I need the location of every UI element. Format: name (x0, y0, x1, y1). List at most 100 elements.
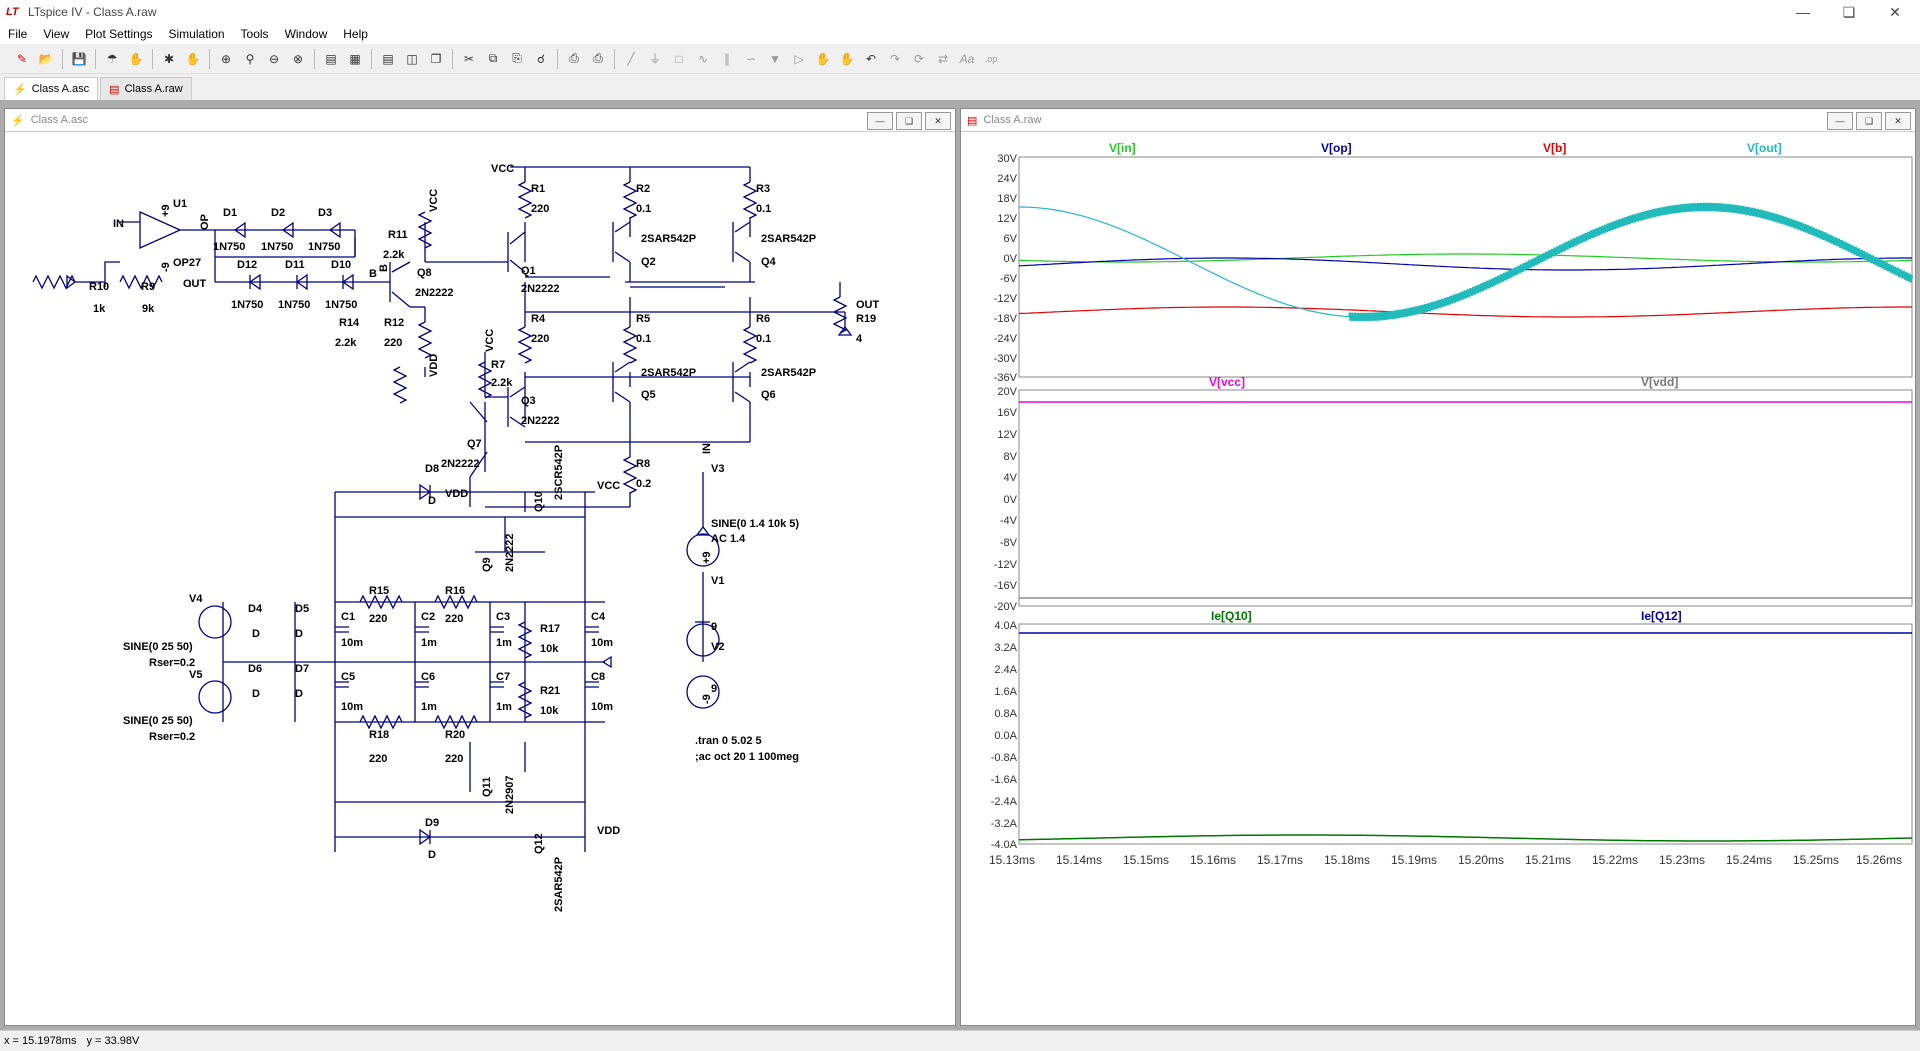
x-tick: 15.13ms (989, 853, 1035, 867)
close-icon[interactable]: ✕ (1872, 0, 1918, 24)
restore-icon[interactable]: ❏ (1826, 0, 1872, 24)
cut-icon[interactable]: ✂ (459, 49, 479, 69)
menu-view[interactable]: View (35, 27, 77, 41)
tile-vertical-icon[interactable]: ◫ (402, 49, 422, 69)
r1-label: R1 (531, 183, 545, 195)
tile-horizontal-icon[interactable]: ▤ (378, 49, 398, 69)
find-icon[interactable]: ☌ (531, 49, 551, 69)
d3-label: D3 (318, 207, 332, 219)
trace-label-vvdd[interactable]: V[vdd] (1641, 375, 1678, 389)
open-icon[interactable]: 📂 (36, 49, 56, 69)
close-icon[interactable]: ✕ (1885, 112, 1911, 130)
label-net-icon[interactable]: □ (669, 49, 689, 69)
y-tick: -4V (1000, 515, 1018, 527)
resistor-icon[interactable]: ∿ (693, 49, 713, 69)
c2-value: 1m (421, 637, 437, 649)
zoom-pan-icon[interactable]: ⚲ (240, 49, 260, 69)
zoom-in-icon[interactable]: ⊕ (216, 49, 236, 69)
tab-class-a-asc[interactable]: ⚡ Class A.asc (4, 77, 99, 100)
close-icon[interactable]: ✕ (925, 112, 951, 130)
v2-value: 9 (711, 683, 717, 695)
move-icon[interactable]: ✋ (813, 49, 833, 69)
mirror-icon[interactable]: ⇄ (933, 49, 953, 69)
new-schematic-icon[interactable]: ✎ (12, 49, 32, 69)
menu-file[interactable]: File (0, 27, 35, 41)
capacitor-icon[interactable]: ∥ (717, 49, 737, 69)
y-tick: 24V (997, 173, 1017, 185)
trace-label-vout[interactable]: V[out] (1747, 141, 1782, 155)
vcc-label: VCC (491, 163, 514, 175)
tran-directive[interactable]: .tran 0 5.02 5 (695, 735, 762, 747)
diode-icon[interactable]: ▼ (765, 49, 785, 69)
d7-part: D (295, 688, 303, 700)
redo-icon[interactable]: ↷ (885, 49, 905, 69)
trace-label-vin[interactable]: V[in] (1109, 141, 1136, 155)
ground-icon[interactable]: ⏚ (645, 49, 665, 69)
q11-part: 2N2907 (504, 775, 516, 814)
save-icon[interactable]: 💾 (69, 49, 89, 69)
minimize-icon[interactable]: — (1827, 112, 1853, 130)
trace-label-vb[interactable]: V[b] (1543, 141, 1566, 155)
cascade-icon[interactable]: ❐ (426, 49, 446, 69)
waveform-window: ▤ Class A.raw — ❏ ✕ V[in] V[op] V[b] V[o… (960, 108, 1916, 1026)
minimize-icon[interactable]: — (867, 112, 893, 130)
zoom-out-icon[interactable]: ⊖ (264, 49, 284, 69)
trace-label-vvcc[interactable]: V[vcc] (1209, 375, 1245, 389)
print-preview-icon[interactable]: ⎙ (564, 49, 584, 69)
menu-help[interactable]: Help (335, 27, 376, 41)
tab-class-a-raw[interactable]: ▤ Class A.raw (100, 77, 192, 100)
r20-label: R20 (445, 729, 465, 741)
toolbar-separator (452, 48, 453, 69)
v5-rser: Rser=0.2 (149, 731, 195, 743)
y-tick: 4.0A (994, 620, 1017, 632)
halt-icon[interactable]: ✋ (183, 49, 203, 69)
spice-directive-icon[interactable]: .op (981, 49, 1001, 69)
control-panel-icon[interactable]: ☂ (102, 49, 122, 69)
menu-window[interactable]: Window (277, 27, 336, 41)
fft-icon[interactable]: ▦ (345, 49, 365, 69)
d5-label: D5 (295, 603, 309, 615)
rotate-icon[interactable]: ⟳ (909, 49, 929, 69)
print-icon[interactable]: ⎙ (588, 49, 608, 69)
c4-value: 10m (591, 637, 613, 649)
trace-label-ieq10[interactable]: Ie[Q10] (1211, 609, 1252, 623)
undo-icon[interactable]: ↶ (861, 49, 881, 69)
op27-label: OP27 (173, 257, 201, 269)
waveform-canvas[interactable]: V[in] V[op] V[b] V[out] V[vcc] V[vdd] Ie… (961, 132, 1915, 1026)
q10-part: 2SCR542P (553, 445, 565, 500)
q7-part: 2N2222 (441, 458, 480, 470)
c3-value: 1m (496, 637, 512, 649)
component-icon[interactable]: ▷ (789, 49, 809, 69)
schematic-window-titlebar: ⚡ Class A.asc — ❏ ✕ (5, 109, 955, 132)
r6-label: R6 (756, 313, 770, 325)
y-tick: 18V (997, 193, 1017, 205)
inductor-icon[interactable]: ∽ (741, 49, 761, 69)
autorange-icon[interactable]: ▤ (321, 49, 341, 69)
minimize-icon[interactable]: — (1780, 0, 1826, 24)
trace-label-vop[interactable]: V[op] (1321, 141, 1352, 155)
menu-plot-settings[interactable]: Plot Settings (77, 27, 160, 41)
y-tick: 3.2A (994, 642, 1017, 654)
trace-label-ieq12[interactable]: Ie[Q12] (1641, 609, 1682, 623)
wire-icon[interactable]: ╱ (621, 49, 641, 69)
d6-label: D6 (248, 663, 262, 675)
r21-label: R21 (540, 685, 560, 697)
run-icon[interactable]: ✱ (159, 49, 179, 69)
paste-icon[interactable]: ⎘ (507, 49, 527, 69)
copy-icon[interactable]: ⧉ (483, 49, 503, 69)
restore-icon[interactable]: ❏ (1856, 112, 1882, 130)
drag-icon[interactable]: ✋ (837, 49, 857, 69)
menu-tools[interactable]: Tools (233, 27, 277, 41)
pan-icon[interactable]: ✋ (126, 49, 146, 69)
d4-label: D4 (248, 603, 263, 615)
r15-value: 220 (369, 613, 387, 625)
restore-icon[interactable]: ❏ (896, 112, 922, 130)
y-tick: -18V (994, 313, 1018, 325)
ac-directive[interactable]: ;ac oct 20 1 100meg (695, 751, 799, 763)
zoom-fit-icon[interactable]: ⊗ (288, 49, 308, 69)
schematic-canvas[interactable]: VCC R1 220 R2 0.1 R3 0.1 2SAR542P 2SAR54… (5, 132, 955, 1026)
menu-simulation[interactable]: Simulation (161, 27, 233, 41)
r17-label: R17 (540, 623, 560, 635)
text-icon[interactable]: Aa (957, 49, 977, 69)
y-tick: -6V (1000, 273, 1018, 285)
